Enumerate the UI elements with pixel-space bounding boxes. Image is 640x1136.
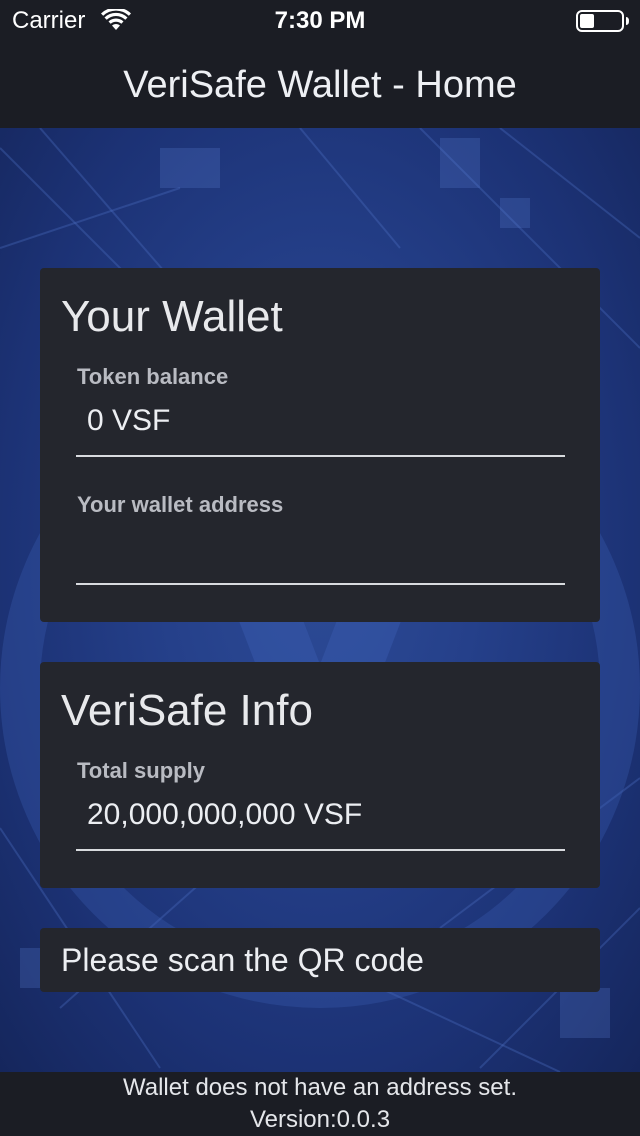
wallet-card-title: Your Wallet — [61, 292, 283, 341]
scan-qr-button[interactable]: Please scan the QR code — [40, 928, 600, 992]
scan-qr-label: Please scan the QR code — [61, 942, 424, 978]
battery-icon — [576, 10, 630, 37]
total-supply-underline — [76, 849, 565, 851]
token-balance-underline — [76, 455, 565, 457]
navigation-bar: VeriSafe Wallet - Home — [0, 40, 640, 128]
footer: Wallet does not have an address set. Ver… — [0, 1072, 640, 1136]
page-title: VeriSafe Wallet - Home — [123, 64, 517, 106]
verisafe-info-card: VeriSafe Info Total supply 20,000,000,00… — [40, 662, 600, 888]
total-supply-value: 20,000,000,000 VSF — [87, 798, 363, 831]
version-label: Version:0.0.3 — [249, 1106, 391, 1133]
wallet-address-underline — [76, 583, 565, 585]
token-balance-value: 0 VSF — [87, 404, 171, 437]
total-supply-label: Total supply — [77, 758, 205, 783]
status-bar: Carrier 7:30 PM — [0, 0, 640, 40]
info-card-title: VeriSafe Info — [61, 686, 313, 735]
clock: 7:30 PM — [274, 7, 366, 34]
wallet-card: Your Wallet Token balance 0 VSF Your wal… — [40, 268, 600, 622]
address-status-message: Wallet does not have an address set. — [122, 1074, 517, 1101]
wallet-address-label: Your wallet address — [77, 492, 284, 517]
token-balance-label: Token balance — [77, 364, 229, 389]
